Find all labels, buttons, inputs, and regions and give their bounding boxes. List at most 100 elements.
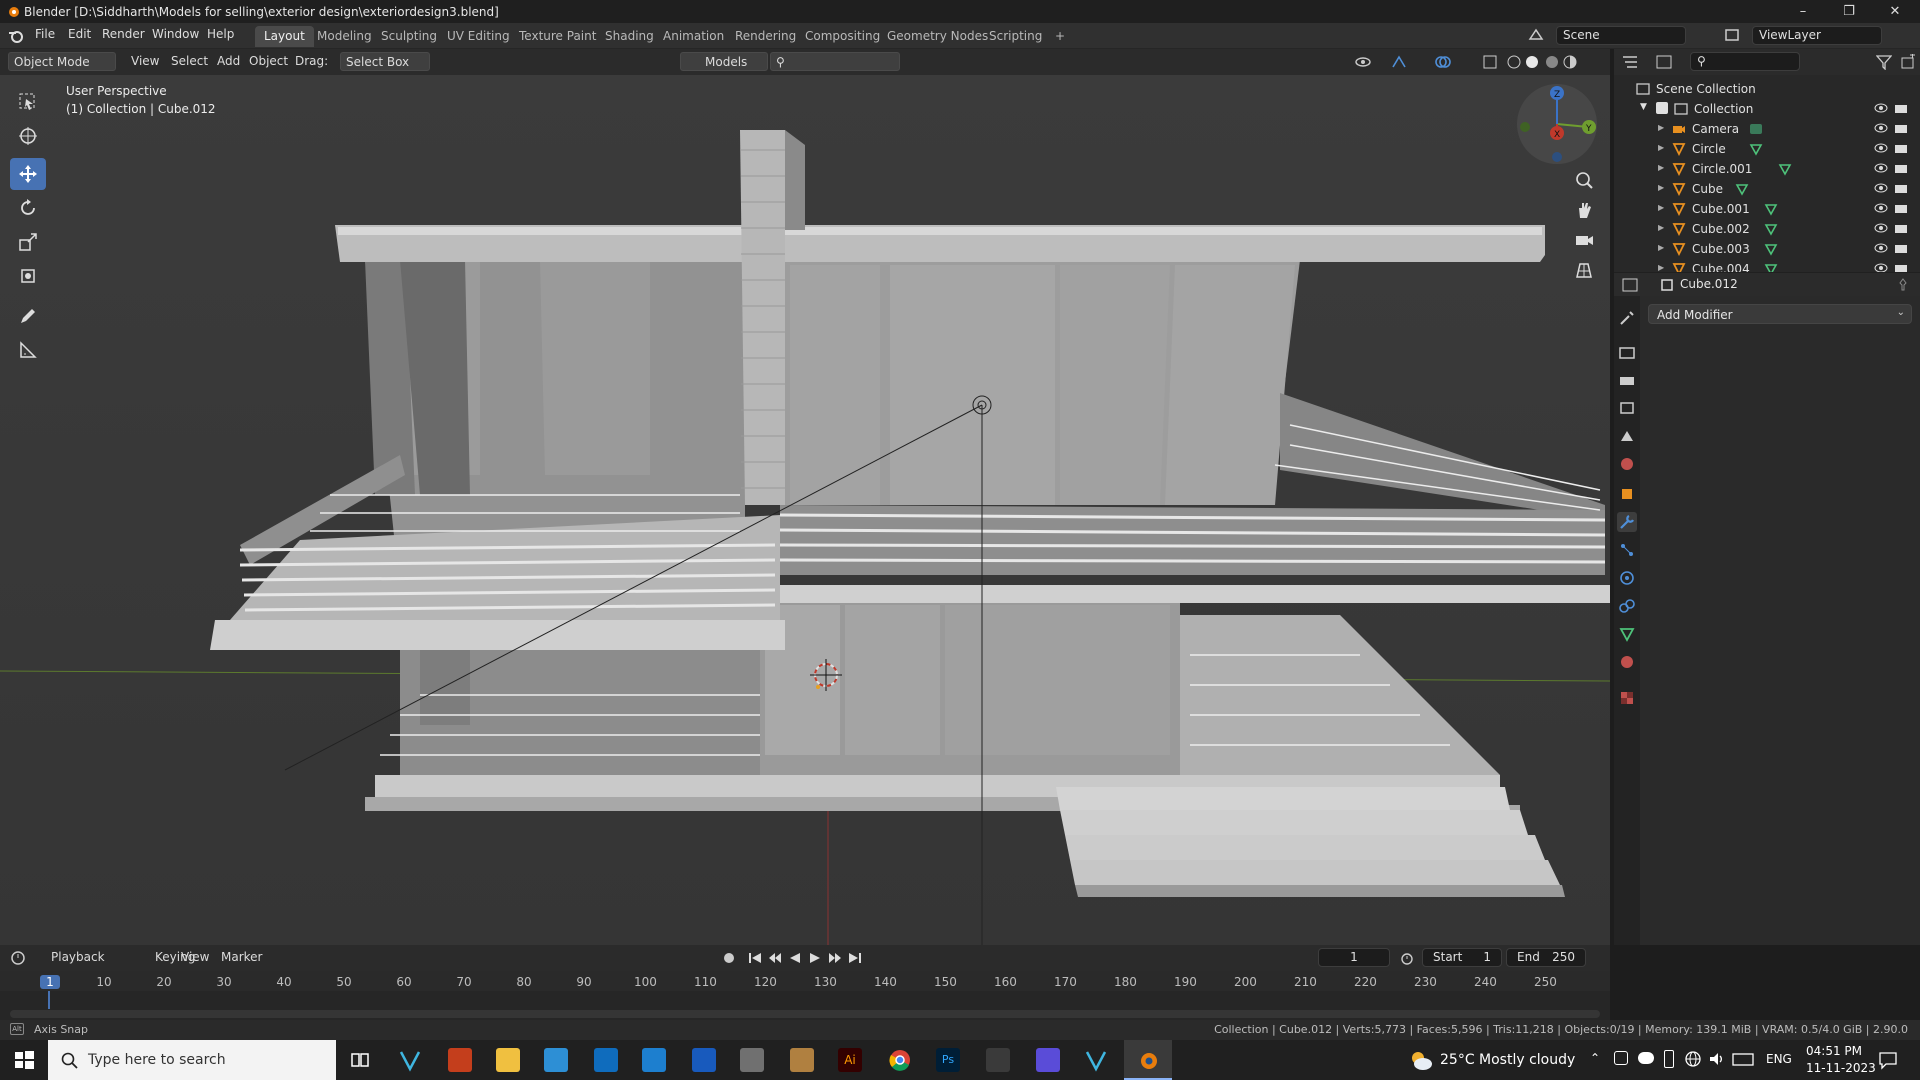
tab-layout[interactable]: Layout — [255, 26, 314, 47]
eye-icon[interactable] — [1874, 182, 1888, 194]
output-tab[interactable] — [1617, 370, 1637, 390]
tab-animation[interactable]: Animation — [654, 26, 733, 47]
volume-icon[interactable] — [1708, 1050, 1726, 1068]
end-frame-field[interactable]: End 250 — [1506, 948, 1586, 967]
expand-arrow-icon[interactable]: ▶ — [1658, 163, 1664, 172]
render-tab[interactable] — [1617, 342, 1637, 362]
render-camera-icon[interactable] — [1894, 122, 1908, 134]
select-tool[interactable] — [10, 86, 46, 118]
perspective-toggle-icon[interactable] — [1574, 260, 1594, 280]
tab-uv-editing[interactable]: UV Editing — [438, 26, 519, 47]
eye-icon[interactable] — [1874, 202, 1888, 214]
checkbox-icon[interactable] — [1656, 102, 1668, 114]
tab-shading[interactable]: Shading — [596, 26, 663, 47]
chrome-icon[interactable] — [888, 1048, 912, 1072]
collection-filter[interactable]: Models — [680, 52, 768, 71]
expand-arrow-icon[interactable]: ▼ — [1640, 102, 1647, 112]
stopwatch-icon[interactable] — [1400, 951, 1414, 965]
expand-arrow-icon[interactable]: ▶ — [1658, 143, 1664, 152]
blender-menu-icon[interactable] — [8, 28, 24, 44]
zoom-icon[interactable] — [1574, 170, 1594, 190]
mesh-data-icon[interactable] — [1764, 222, 1778, 236]
outliner-scene-collection[interactable]: Scene Collection — [1614, 79, 1920, 99]
scene-selector[interactable]: Scene — [1556, 26, 1686, 45]
menu-timeline-view[interactable]: View — [176, 948, 214, 967]
outliner-editor-type-icon[interactable] — [1622, 55, 1638, 69]
tab-texture-paint[interactable]: Texture Paint — [510, 26, 605, 47]
keyboard-icon[interactable] — [1732, 1050, 1754, 1068]
minimize-icon[interactable]: – — [1780, 0, 1826, 23]
render-camera-icon[interactable] — [1894, 202, 1908, 214]
outliner-item-cube-002[interactable]: ▶ Cube.002 — [1614, 219, 1920, 239]
outliner-search-input[interactable]: ⚲ — [1690, 52, 1800, 71]
properties-editor-icon[interactable] — [1622, 278, 1638, 292]
rotate-tool[interactable] — [10, 192, 46, 224]
close-icon[interactable]: ✕ — [1872, 0, 1918, 23]
scene-tab[interactable] — [1617, 426, 1637, 446]
jump-keyframe-back-icon[interactable] — [768, 951, 782, 965]
clock-date[interactable]: 11-11-2023 — [1806, 1061, 1876, 1075]
menu-select[interactable]: Select — [166, 52, 213, 71]
material-tab[interactable] — [1617, 652, 1637, 672]
tab-compositing[interactable]: Compositing — [796, 26, 889, 47]
outliner-item-cube-004[interactable]: ▶ Cube.004 — [1614, 259, 1920, 272]
visibility-icon[interactable] — [1354, 54, 1372, 70]
menu-add[interactable]: Add — [212, 52, 245, 71]
expand-arrow-icon[interactable]: ▶ — [1658, 203, 1664, 212]
playhead-line[interactable] — [48, 991, 50, 1009]
object-tab[interactable] — [1617, 484, 1637, 504]
blender-taskbar-button[interactable] — [1124, 1040, 1172, 1080]
annotate-tool[interactable] — [10, 300, 46, 332]
outliner-item-camera[interactable]: ▶ Camera — [1614, 119, 1920, 139]
outliner-item-cube-001[interactable]: ▶ Cube.001 — [1614, 199, 1920, 219]
cursor-tool[interactable] — [10, 120, 46, 152]
tool-settings-tab[interactable] — [1617, 308, 1637, 328]
play-reverse-icon[interactable] — [788, 951, 802, 965]
menu-playback[interactable]: Playback — [46, 948, 110, 967]
move-tool[interactable] — [10, 158, 46, 190]
current-frame-field[interactable]: 1 — [1318, 948, 1390, 967]
mode-selector[interactable]: Object Mode — [8, 52, 116, 71]
render-camera-icon[interactable] — [1894, 242, 1908, 254]
language-indicator[interactable]: ENG — [1766, 1052, 1792, 1066]
eye-icon[interactable] — [1874, 142, 1888, 154]
timeline-editor-icon[interactable] — [10, 950, 32, 966]
drag-select-box[interactable]: Select Box — [340, 52, 430, 71]
outliner-item-cube[interactable]: ▶ Cube — [1614, 179, 1920, 199]
render-camera-icon[interactable] — [1894, 262, 1908, 272]
weather-cloudy-icon[interactable] — [1408, 1048, 1434, 1072]
expand-arrow-icon[interactable]: ▶ — [1658, 263, 1664, 272]
eye-icon[interactable] — [1874, 122, 1888, 134]
play-icon[interactable] — [808, 951, 822, 965]
mesh-data-icon[interactable] — [1764, 242, 1778, 256]
world-tab[interactable] — [1617, 454, 1637, 474]
camera-view-icon[interactable] — [1574, 230, 1594, 250]
menu-render[interactable]: Render — [102, 27, 145, 41]
3d-viewport[interactable]: Y Z X User Perspective (1) Collection | … — [0, 75, 1610, 945]
start-frame-field[interactable]: Start 1 — [1422, 948, 1502, 967]
mesh-data-icon[interactable] — [1764, 202, 1778, 216]
vector-app-2-icon[interactable] — [1084, 1048, 1108, 1072]
filter-icon[interactable] — [1876, 54, 1892, 70]
data-tab[interactable] — [1617, 624, 1637, 644]
timeline-scrollbar[interactable] — [10, 1010, 1600, 1018]
windows-start-icon[interactable] — [12, 1048, 36, 1072]
store-icon[interactable] — [594, 1048, 618, 1072]
eye-icon[interactable] — [1874, 222, 1888, 234]
pinned-app-icon[interactable] — [986, 1048, 1010, 1072]
modifiers-tab[interactable] — [1617, 512, 1637, 532]
clock-time[interactable]: 04:51 PM — [1806, 1044, 1862, 1058]
view-layer-tab[interactable] — [1617, 398, 1637, 418]
mesh-data-icon[interactable] — [1764, 262, 1778, 272]
menu-help[interactable]: Help — [207, 27, 234, 41]
scale-tool[interactable] — [10, 226, 46, 258]
new-collection-icon[interactable] — [1900, 54, 1916, 70]
gizmo-toggle-icon[interactable] — [1390, 54, 1408, 70]
eye-icon[interactable] — [1874, 242, 1888, 254]
app-tile-icon[interactable] — [740, 1048, 764, 1072]
wireframe-shading-icon[interactable] — [1506, 54, 1522, 70]
particles-tab[interactable] — [1617, 540, 1637, 560]
mail-app-icon[interactable] — [544, 1048, 568, 1072]
xray-icon[interactable] — [1482, 54, 1498, 70]
view-layer-selector[interactable]: ViewLayer — [1752, 26, 1882, 45]
